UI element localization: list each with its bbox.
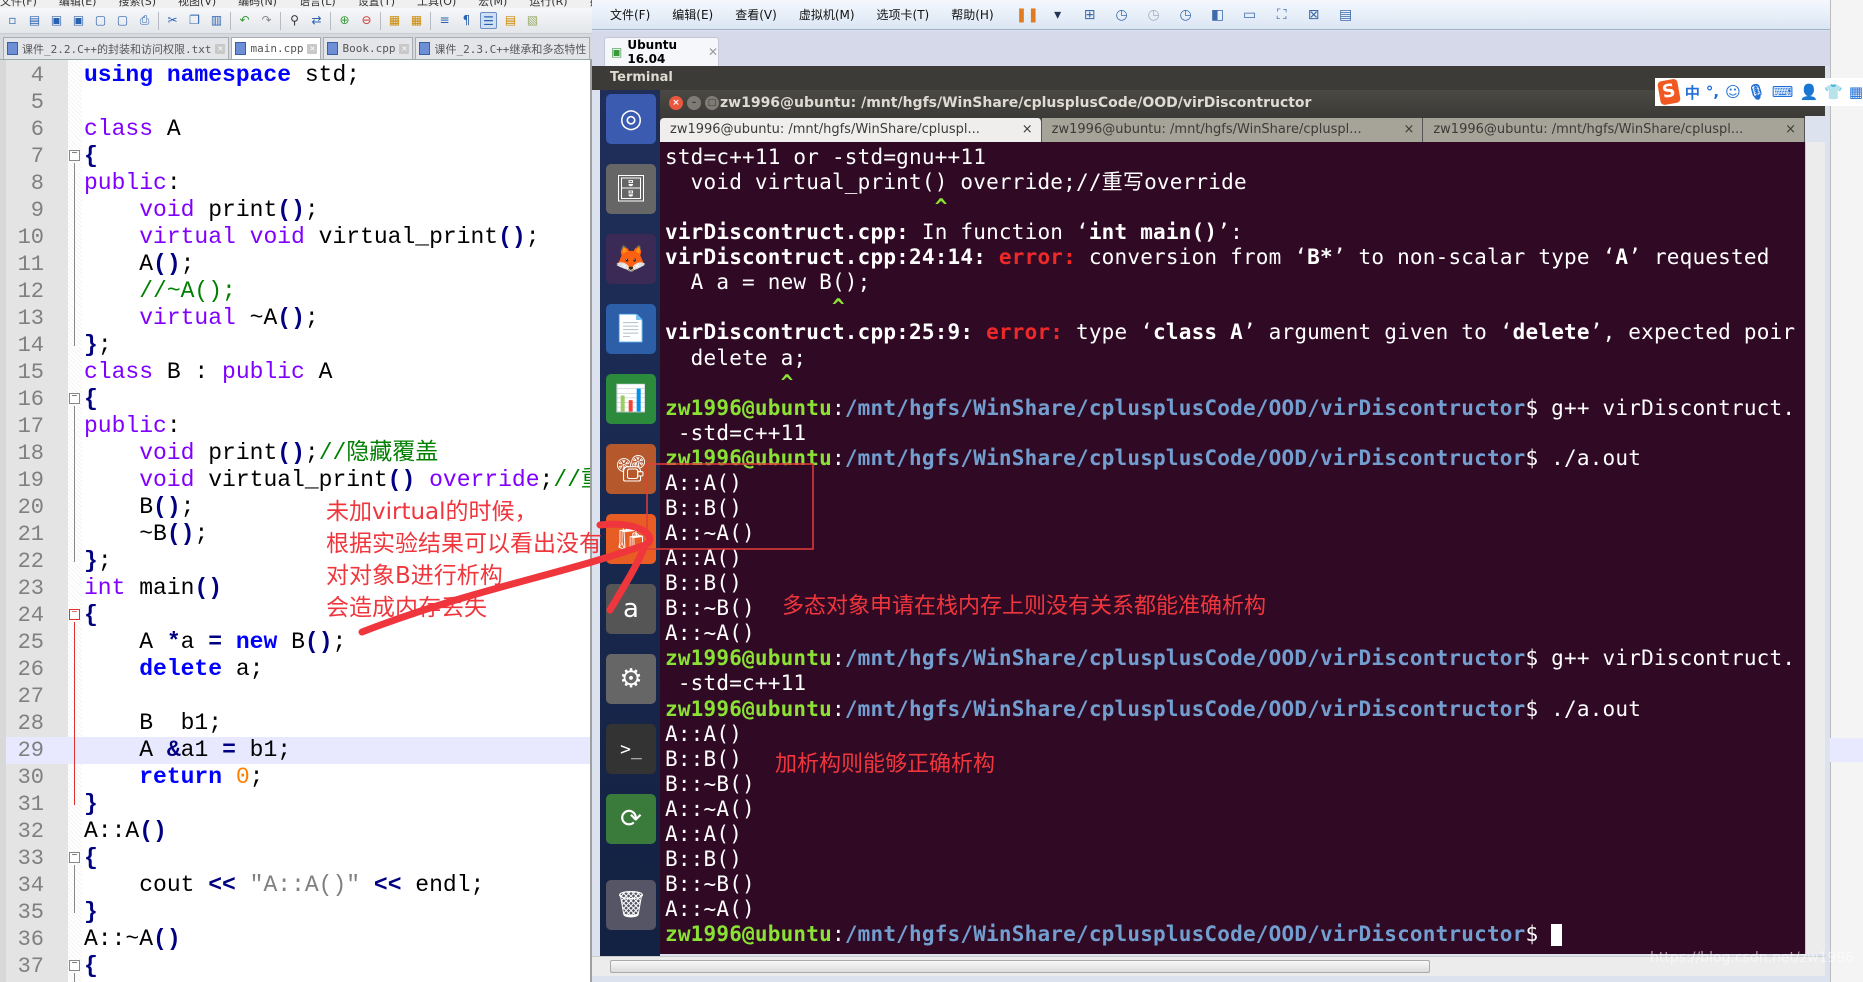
annotation-overlay — [358, 463, 814, 636]
annotation-arrow — [358, 520, 654, 636]
watermark: https://blog.csdn.net/zw1996 — [1650, 950, 1855, 966]
highlight-box — [646, 463, 814, 550]
